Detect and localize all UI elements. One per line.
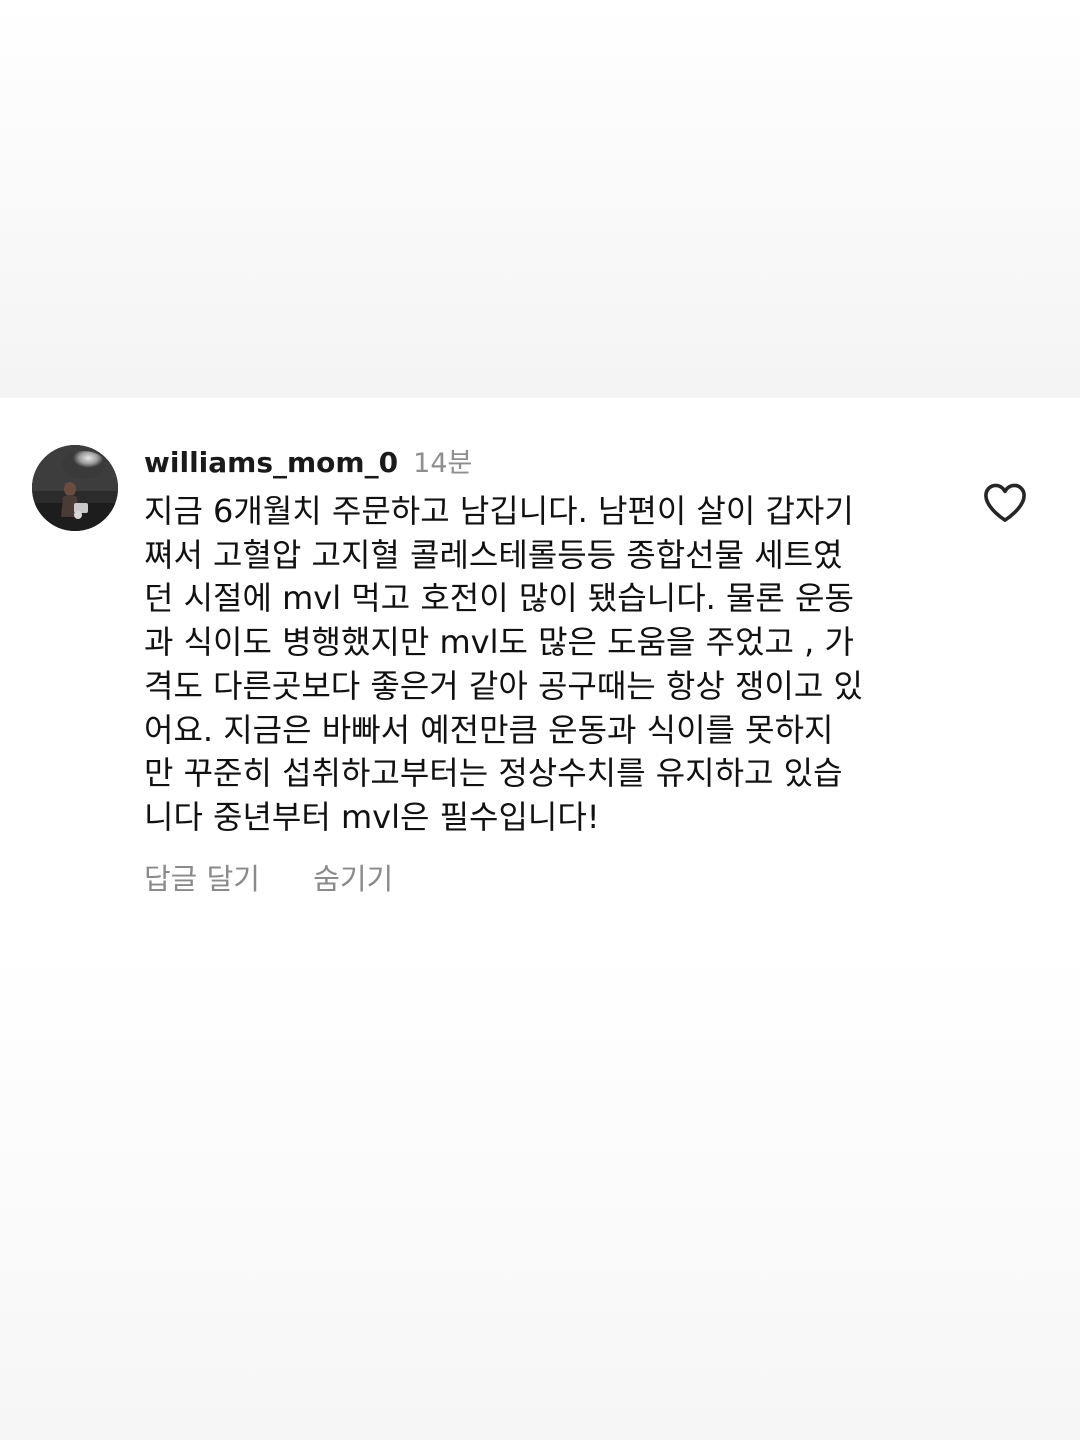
reply-button[interactable]: 답글 달기 [144, 856, 260, 898]
comment-timestamp: 14분 [413, 448, 473, 479]
heart-outline-icon [984, 483, 1026, 522]
profile-photo-icon [32, 445, 118, 531]
comment-header: williams_mom_0 14분 [144, 441, 472, 481]
comment-line: 니다 중년부터 mvl은 필수입니다! [144, 797, 600, 836]
hide-button[interactable]: 숨기기 [313, 856, 393, 898]
bottom-blank-area [0, 943, 1080, 1440]
avatar[interactable] [32, 445, 118, 531]
top-blank-area [0, 0, 1080, 398]
like-button[interactable] [982, 481, 1028, 523]
comment-line: 지금 6개월치 주문하고 남깁니다. 남편이 살이 갑자기 [144, 492, 854, 530]
comment-line: 과 식이도 병행했지만 mvl도 많은 도움을 주었고 , 가 [144, 623, 854, 662]
comment-line: 격도 다른곳보다 좋은거 같아 공구때는 항상 쟁이고 있 [144, 666, 863, 705]
comment-line: 어요. 지금은 바빠서 예전만큼 운동과 식이를 못하지 [144, 710, 834, 749]
comment-body: 지금 6개월치 주문하고 남깁니다. 남편이 살이 갑자기 쪄서 고혈압 고지혈… [144, 490, 934, 840]
comment-line: 던 시절에 mvl 먹고 호전이 많이 됐습니다. 물론 운동 [144, 579, 854, 618]
comment-line: 만 꾸준히 섭취하고부터는 정상수치를 유지하고 있습 [144, 754, 843, 793]
comment-line: 쪄서 고혈압 고지혈 콜레스테롤등등 종합선물 세트였 [144, 535, 843, 574]
username-link[interactable]: williams_mom_0 [144, 446, 398, 479]
comment-actions: 답글 달기 숨기기 [144, 856, 393, 898]
